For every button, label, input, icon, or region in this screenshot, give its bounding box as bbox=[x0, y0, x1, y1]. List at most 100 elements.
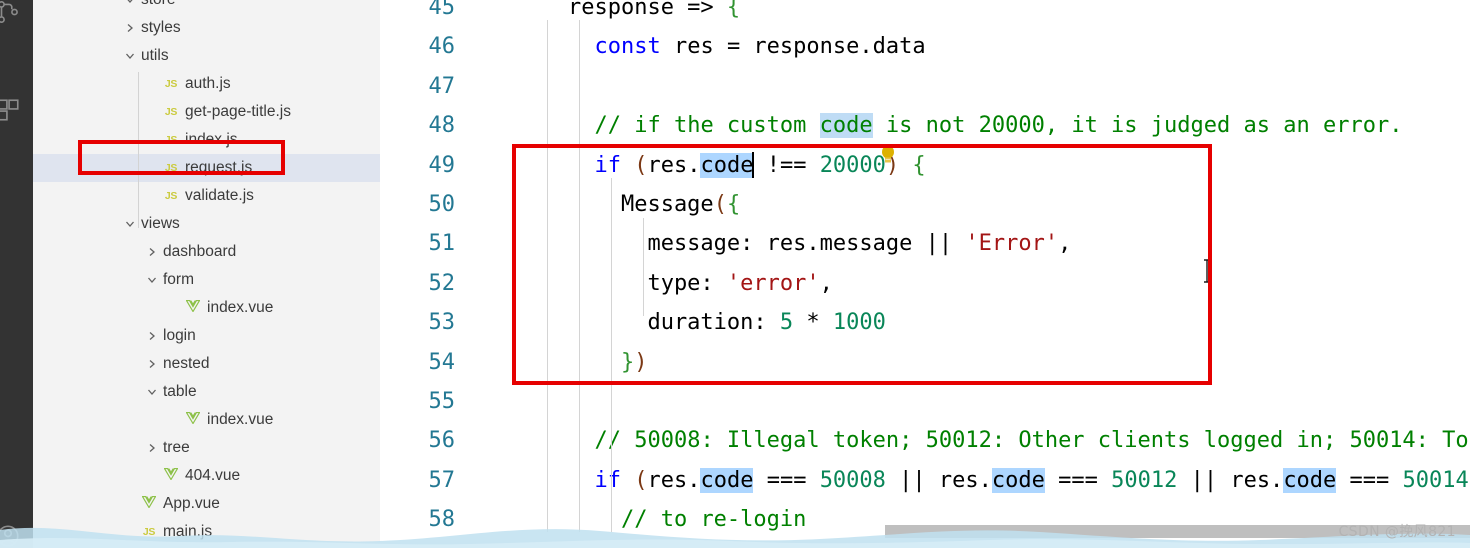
code-line[interactable]: 46 const res = response.data bbox=[380, 27, 1470, 66]
no-twisty-spacer bbox=[165, 294, 182, 322]
tree-item-main-js[interactable]: JS main.js bbox=[33, 518, 380, 546]
tree-item-label: utils bbox=[141, 47, 169, 64]
tree-item-label: get-page-title.js bbox=[185, 103, 291, 120]
code-line[interactable]: 52 type: 'error', bbox=[380, 264, 1470, 303]
tree-item-dashboard[interactable]: dashboard bbox=[33, 238, 380, 266]
no-twisty-spacer bbox=[121, 518, 138, 546]
code-line-text: Message({ bbox=[515, 191, 741, 217]
tree-item-label: validate.js bbox=[185, 187, 254, 204]
line-number: 55 bbox=[428, 388, 456, 414]
tree-item-label: styles bbox=[141, 19, 181, 36]
line-number: 47 bbox=[428, 73, 456, 99]
line-number: 46 bbox=[428, 34, 456, 60]
accounts-icon[interactable] bbox=[0, 516, 28, 548]
no-twisty-spacer bbox=[143, 70, 160, 98]
code-line-text: // to re-login bbox=[620, 507, 807, 533]
tree-item-label: 404.vue bbox=[185, 467, 241, 484]
line-number: 58 bbox=[428, 507, 456, 533]
code-line[interactable]: 57 if (res.code === 50008 || res.code ==… bbox=[380, 461, 1470, 500]
indent-guide bbox=[611, 178, 612, 532]
no-twisty-spacer bbox=[143, 462, 160, 490]
chevron-down-icon[interactable] bbox=[121, 0, 138, 14]
tree-item-label: login bbox=[163, 327, 196, 344]
chevron-down-icon[interactable] bbox=[121, 42, 138, 70]
indent-guide bbox=[547, 20, 548, 532]
indent-guide bbox=[579, 20, 580, 532]
line-number: 49 bbox=[428, 152, 456, 178]
chevron-down-icon[interactable] bbox=[143, 378, 160, 406]
tree-item-404-vue[interactable]: 404.vue bbox=[33, 462, 380, 490]
activity-bar bbox=[0, 0, 33, 548]
code-line[interactable]: 49 if (res.code !== 20000) { bbox=[380, 146, 1470, 185]
no-twisty-spacer bbox=[143, 182, 160, 210]
chevron-right-icon[interactable] bbox=[143, 238, 160, 266]
chevron-down-icon[interactable] bbox=[121, 210, 138, 238]
tree-item-form[interactable]: form bbox=[33, 266, 380, 294]
lightbulb-icon[interactable] bbox=[880, 145, 896, 165]
tree-item-index-vue[interactable]: index.vue bbox=[33, 294, 380, 322]
code-line-text: response => { bbox=[515, 0, 741, 20]
extensions-icon[interactable] bbox=[0, 90, 28, 130]
no-twisty-spacer bbox=[143, 126, 160, 154]
tree-item-request-js[interactable]: JS request.js bbox=[33, 154, 380, 182]
js-file-icon: JS bbox=[164, 78, 178, 90]
tree-item-tree[interactable]: tree bbox=[33, 434, 380, 462]
chevron-right-icon[interactable] bbox=[143, 322, 160, 350]
tree-item-index-vue[interactable]: index.vue bbox=[33, 406, 380, 434]
js-file-icon: JS bbox=[142, 526, 156, 538]
tree-item-table[interactable]: table bbox=[33, 378, 380, 406]
code-line[interactable]: 56 // 50008: Illegal token; 50012: Other… bbox=[380, 421, 1470, 460]
code-line[interactable]: 53 duration: 5 * 1000 bbox=[380, 303, 1470, 342]
tree-item-label: main.js bbox=[163, 523, 213, 540]
tree-item-validate-js[interactable]: JS validate.js bbox=[33, 182, 380, 210]
code-line[interactable]: 50 Message({ bbox=[380, 185, 1470, 224]
tree-item-store[interactable]: store bbox=[33, 0, 380, 14]
vue-file-icon bbox=[138, 490, 160, 518]
tree-item-label: tree bbox=[163, 439, 190, 456]
line-number: 51 bbox=[428, 231, 456, 257]
tree-item-login[interactable]: login bbox=[33, 322, 380, 350]
tree-item-label: views bbox=[141, 215, 180, 232]
line-number: 45 bbox=[428, 0, 456, 20]
tree-item-utils[interactable]: utils bbox=[33, 42, 380, 70]
file-tree[interactable]: store styles utils JS auth.js JS get-page-titl… bbox=[33, 0, 380, 548]
tree-item-app-vue[interactable]: App.vue bbox=[33, 490, 380, 518]
code-line[interactable]: 51 message: res.message || 'Error', bbox=[380, 224, 1470, 263]
js-file-icon: JS bbox=[164, 162, 178, 174]
code-line[interactable]: 45 response => { bbox=[380, 0, 1470, 27]
tree-item-label: App.vue bbox=[163, 495, 220, 512]
code-line-text: message: res.message || 'Error', bbox=[515, 231, 1072, 257]
chevron-down-icon[interactable] bbox=[143, 266, 160, 294]
tree-item-label: request.js bbox=[185, 159, 253, 176]
no-twisty-spacer bbox=[165, 406, 182, 434]
line-number: 56 bbox=[428, 428, 456, 454]
line-number: 57 bbox=[428, 467, 456, 493]
tree-item-label: index.js bbox=[185, 131, 238, 148]
tree-item-nested[interactable]: nested bbox=[33, 350, 380, 378]
indent-guide bbox=[643, 218, 644, 316]
code-lines[interactable]: 45 response => {46 const res = response.… bbox=[380, 0, 1470, 539]
code-line-text: type: 'error', bbox=[515, 270, 833, 296]
code-line[interactable]: 48 // if the custom code is not 20000, i… bbox=[380, 106, 1470, 145]
tree-item-styles[interactable]: styles bbox=[33, 14, 380, 42]
line-number: 50 bbox=[428, 191, 456, 217]
chevron-right-icon[interactable] bbox=[143, 350, 160, 378]
tree-item-get-page-title-js[interactable]: JS get-page-title.js bbox=[33, 98, 380, 126]
code-line[interactable]: 55 bbox=[380, 382, 1470, 421]
source-control-icon[interactable] bbox=[0, 0, 28, 32]
code-line[interactable]: 54 }) bbox=[380, 343, 1470, 382]
chevron-right-icon[interactable] bbox=[143, 434, 160, 462]
watermark: CSDN @挽风821 bbox=[1338, 524, 1456, 540]
tree-item-index-js[interactable]: JS index.js bbox=[33, 126, 380, 154]
tree-item-label: dashboard bbox=[163, 243, 237, 260]
line-number: 54 bbox=[428, 349, 456, 375]
code-line-text: const res = response.data bbox=[594, 34, 926, 60]
code-editor[interactable]: 45 response => {46 const res = response.… bbox=[380, 0, 1470, 548]
no-twisty-spacer bbox=[143, 98, 160, 126]
tree-item-auth-js[interactable]: JS auth.js bbox=[33, 70, 380, 98]
tree-item-views[interactable]: views bbox=[33, 210, 380, 238]
chevron-right-icon[interactable] bbox=[121, 14, 138, 42]
code-line[interactable]: 47 bbox=[380, 67, 1470, 106]
vue-file-icon bbox=[160, 462, 182, 490]
code-line-text: if (res.code !== 20000) { bbox=[594, 151, 926, 178]
